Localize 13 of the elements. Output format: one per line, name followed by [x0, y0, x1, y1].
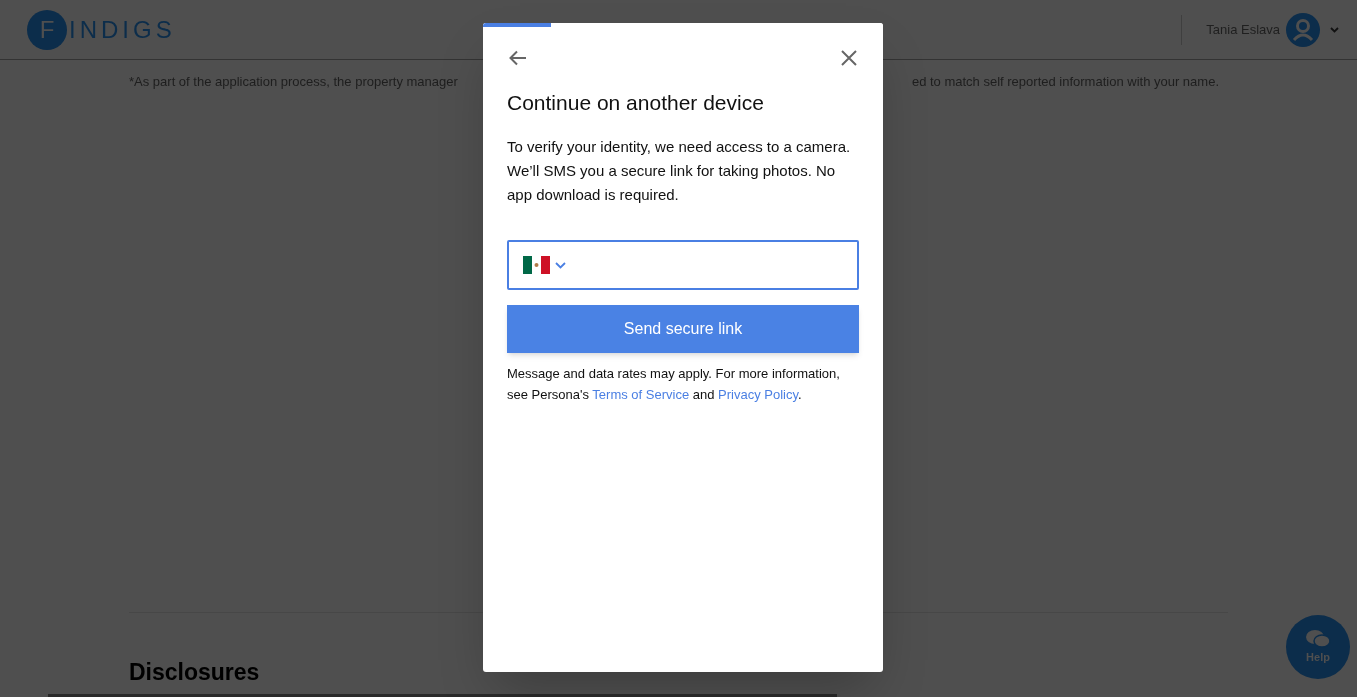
terms-link[interactable]: Terms of Service [592, 387, 690, 402]
chevron-down-icon[interactable] [1330, 26, 1339, 33]
modal-title: Continue on another device [507, 90, 765, 116]
chevron-down-icon[interactable] [555, 261, 566, 269]
section-title: Disclosures [129, 660, 261, 684]
flag-icon[interactable] [523, 256, 550, 274]
send-link-button[interactable]: Send secure link [507, 305, 859, 353]
phone-input-field[interactable] [507, 240, 859, 290]
disclaimer-text: Message and data rates may apply. For more information, see Persona's Terms of Service and Privacy Policy. [507, 365, 841, 404]
back-arrow-icon[interactable] [509, 50, 527, 66]
modal-description: To verify your identity, we need access to a camera. We’ll SMS you a secure link for taking photos. No app download is required. [507, 137, 852, 205]
chat-bubbles-icon [1305, 628, 1331, 649]
close-icon[interactable] [841, 50, 857, 66]
